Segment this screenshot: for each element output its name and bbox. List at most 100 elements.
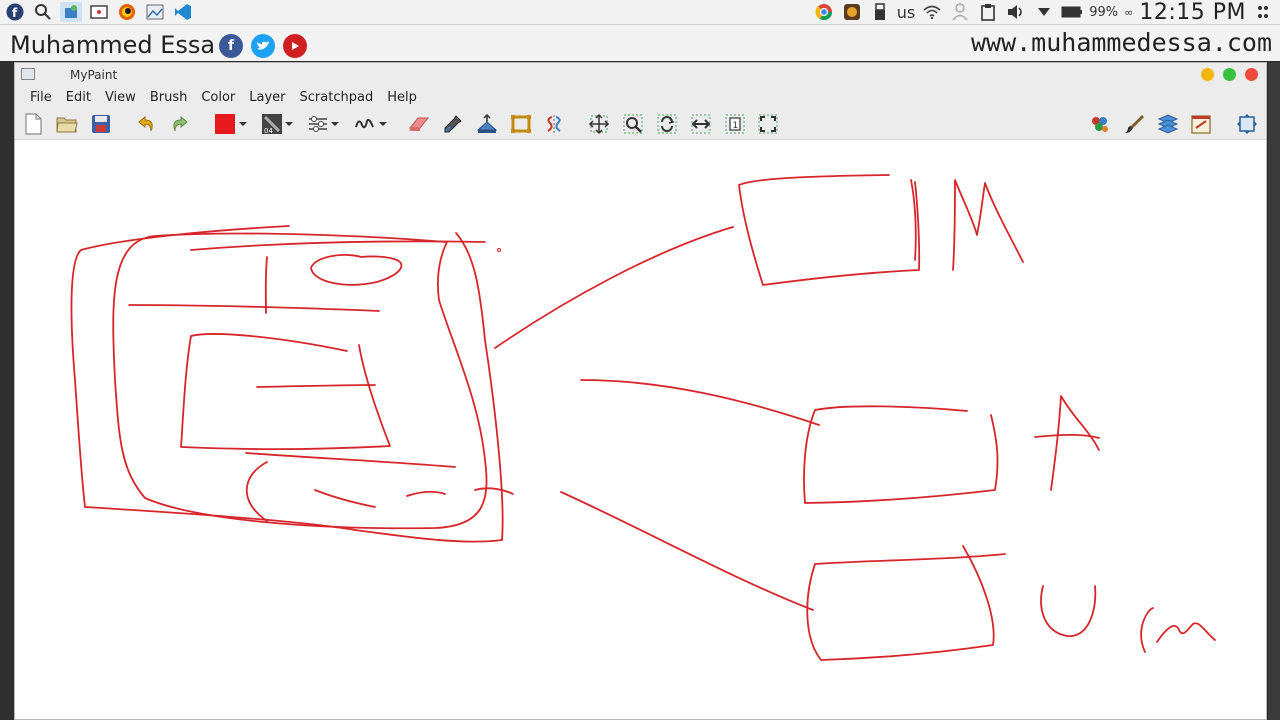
mirror-view-icon[interactable] <box>689 112 713 136</box>
window-titlebar[interactable]: MyPaint <box>15 63 1266 87</box>
usb-lock-icon[interactable] <box>869 2 891 22</box>
software-icon[interactable] <box>60 2 82 22</box>
vscode-icon[interactable] <box>172 2 194 22</box>
chevron-down-icon[interactable] <box>1033 2 1055 22</box>
menu-edit[interactable]: Edit <box>60 90 97 105</box>
open-folder-icon[interactable] <box>55 112 79 136</box>
clock[interactable]: 12:15 PM <box>1139 0 1246 25</box>
redo-icon[interactable] <box>168 112 192 136</box>
sketch-connector-top <box>494 226 734 349</box>
svg-text:04: 04 <box>264 127 273 135</box>
save-icon[interactable] <box>89 112 113 136</box>
sketch-under-line <box>128 304 380 312</box>
color-dropdown-icon[interactable] <box>237 112 249 136</box>
fullscreen-icon[interactable] <box>1235 112 1259 136</box>
menu-scratchpad[interactable]: Scratchpad <box>294 90 380 105</box>
stroke-mode-dropdown-icon[interactable] <box>377 112 389 136</box>
sketch-letter-m <box>910 179 1024 271</box>
main-toolbar: 04 1 <box>15 107 1266 140</box>
volume-icon[interactable] <box>1005 2 1027 22</box>
sketch-screen-line <box>256 384 376 388</box>
sketch-box-a <box>803 405 999 504</box>
sketch-bottom-arc <box>245 461 268 522</box>
social-links: f <box>219 34 307 58</box>
obs-icon[interactable] <box>841 2 863 22</box>
menu-help[interactable]: Help <box>381 90 423 105</box>
fill-tool-icon[interactable] <box>475 112 499 136</box>
menu-view[interactable]: View <box>99 90 142 105</box>
drawing-canvas[interactable] <box>15 140 1266 719</box>
close-button[interactable] <box>1245 68 1258 81</box>
system-menu-icon[interactable] <box>1252 2 1274 22</box>
stroke-mode-icon[interactable] <box>353 112 377 136</box>
screenshot-icon[interactable] <box>88 2 110 22</box>
fedora-icon[interactable]: f <box>4 2 26 22</box>
clipboard-icon[interactable] <box>977 2 999 22</box>
user-icon[interactable] <box>949 2 971 22</box>
frame-tool-icon[interactable] <box>509 112 533 136</box>
sketch-box-u <box>806 545 1006 661</box>
wifi-icon[interactable] <box>921 2 943 22</box>
minimize-button[interactable] <box>1201 68 1214 81</box>
brush-size-dropdown-icon[interactable] <box>283 112 295 136</box>
sketch-top-line <box>190 240 486 251</box>
menu-file[interactable]: File <box>24 90 58 105</box>
pan-view-icon[interactable] <box>587 112 611 136</box>
window-title: MyPaint <box>70 68 118 82</box>
menu-bar: File Edit View Brush Color Layer Scratch… <box>15 87 1266 107</box>
symmetry-tool-icon[interactable] <box>542 112 566 136</box>
menu-color[interactable]: Color <box>195 90 241 105</box>
sketch-oval <box>310 254 403 286</box>
system-top-bar: f us 99% ∞ 12:15 PM <box>0 0 1280 25</box>
rotate-view-icon[interactable] <box>655 112 679 136</box>
brush-settings-dropdown-icon[interactable] <box>329 112 341 136</box>
sketch-connector-bottom <box>560 491 814 611</box>
sketch-squiggle-3 <box>474 487 514 495</box>
youtube-icon[interactable] <box>283 34 307 58</box>
sketch-connector-middle <box>580 379 820 426</box>
reset-view-icon[interactable]: 1 <box>723 112 747 136</box>
twitter-icon[interactable] <box>251 34 275 58</box>
color-panel-icon[interactable] <box>1088 112 1112 136</box>
sketch-letter-sm <box>1140 607 1216 653</box>
layers-panel-icon[interactable] <box>1156 112 1180 136</box>
keyboard-layout-indicator[interactable]: us <box>897 3 915 22</box>
sketch-squiggle-2 <box>406 490 446 497</box>
sketch-layer <box>70 174 1216 661</box>
sketch-screen-box <box>180 333 391 451</box>
firefox-icon[interactable] <box>116 2 138 22</box>
chrome-icon[interactable] <box>813 2 835 22</box>
window-controls <box>1201 68 1258 81</box>
search-icon[interactable] <box>32 2 54 22</box>
eraser-icon[interactable] <box>407 112 431 136</box>
scratchpad-panel-icon[interactable] <box>1189 112 1213 136</box>
image-viewer-icon[interactable] <box>144 2 166 22</box>
site-url: www.muhammedessa.com <box>970 28 1272 57</box>
battery-icon[interactable] <box>1061 2 1083 22</box>
color-picker-icon[interactable] <box>441 112 465 136</box>
sketch-letter-u <box>1040 585 1097 637</box>
battery-percent: 99% <box>1089 4 1119 20</box>
sketch-bottom-line <box>245 452 456 468</box>
brush-panel-icon[interactable] <box>1122 112 1146 136</box>
background-window-edge <box>0 62 14 720</box>
fit-view-icon[interactable] <box>756 112 780 136</box>
charging-indicator: ∞ <box>1124 5 1134 19</box>
brush-size-icon[interactable]: 04 <box>260 112 284 136</box>
sketch-dot <box>497 248 501 252</box>
zoom-view-icon[interactable] <box>621 112 645 136</box>
facebook-icon[interactable]: f <box>219 34 243 58</box>
sketch-squiggle-1 <box>314 489 376 508</box>
mypaint-window: MyPaint File Edit View Brush Color Layer… <box>14 62 1267 720</box>
menu-layer[interactable]: Layer <box>243 90 291 105</box>
sketch-vertical-mark <box>264 256 268 314</box>
sketch-box-m <box>738 174 921 286</box>
brush-settings-icon[interactable] <box>306 112 330 136</box>
new-document-icon[interactable] <box>21 112 45 136</box>
maximize-button[interactable] <box>1223 68 1236 81</box>
sketch-letter-a <box>1034 395 1100 491</box>
undo-icon[interactable] <box>134 112 158 136</box>
color-swatch-button[interactable] <box>214 112 236 136</box>
menu-brush[interactable]: Brush <box>144 90 194 105</box>
channel-banner: Muhammed Essa f www.muhammedessa.com <box>0 25 1280 61</box>
